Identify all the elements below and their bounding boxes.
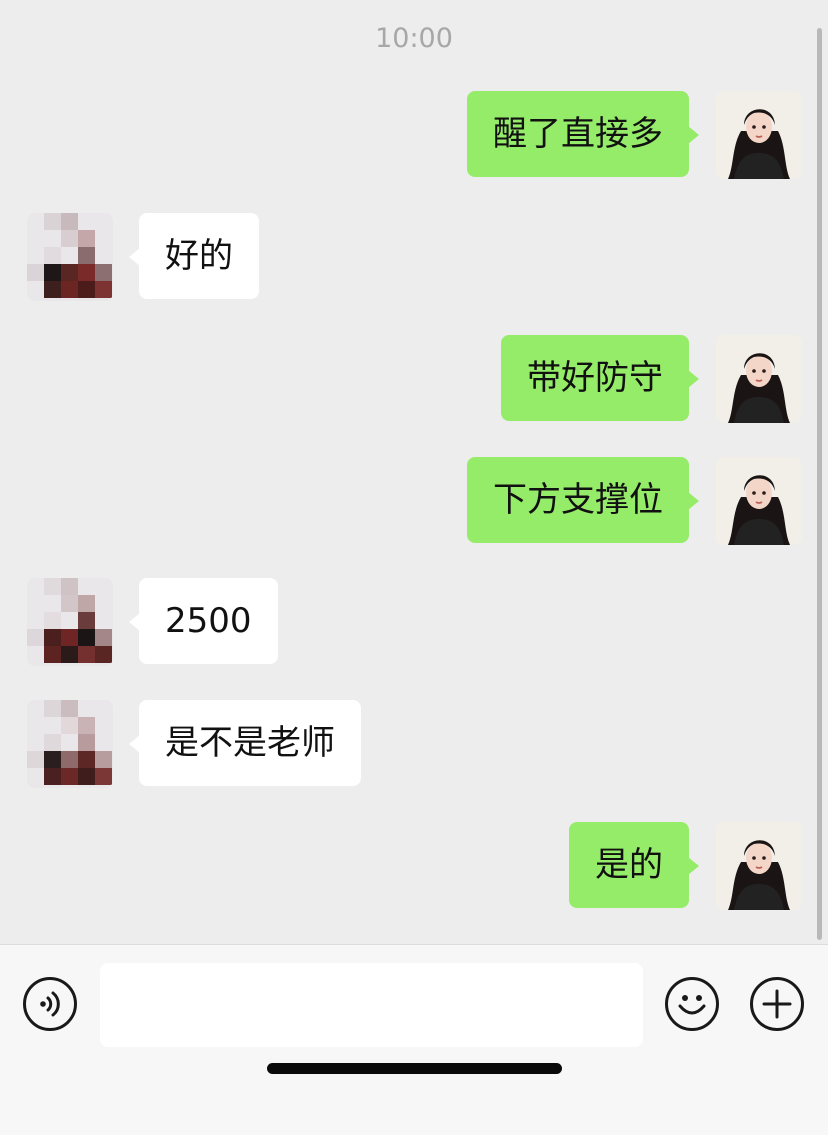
- message-timestamp: 10:00: [375, 23, 453, 54]
- my-avatar[interactable]: [716, 91, 802, 179]
- woman-portrait-icon: [716, 822, 802, 910]
- message-row-sent: 是的: [0, 822, 828, 910]
- plus-icon: [762, 989, 792, 1019]
- my-avatar[interactable]: [716, 457, 802, 545]
- home-indicator[interactable]: [267, 1063, 562, 1074]
- message-row-sent: 带好防守: [0, 335, 828, 423]
- message-row-received: 2500: [0, 578, 828, 666]
- message-row-sent: 下方支撑位: [0, 457, 828, 545]
- message-row-received: 是不是老师: [0, 700, 828, 788]
- voice-icon: [40, 991, 60, 1017]
- my-avatar[interactable]: [716, 335, 802, 423]
- woman-portrait-icon: [716, 91, 802, 179]
- chat-scrollbar[interactable]: [817, 28, 822, 940]
- message-input-bar: [0, 944, 828, 1135]
- sent-message-bubble[interactable]: 是的: [569, 822, 699, 908]
- woman-portrait-icon: [716, 335, 802, 423]
- message-row-received: 好的: [0, 213, 828, 301]
- contact-avatar[interactable]: [27, 578, 113, 666]
- received-message-bubble[interactable]: 是不是老师: [129, 700, 361, 786]
- emoji-icon: [678, 995, 706, 1015]
- emoji-button[interactable]: [665, 977, 719, 1031]
- sent-message-bubble[interactable]: 下方支撑位: [467, 457, 699, 543]
- my-avatar[interactable]: [716, 822, 802, 910]
- woman-portrait-icon: [716, 457, 802, 545]
- voice-input-button[interactable]: [23, 977, 77, 1031]
- sent-message-bubble[interactable]: 带好防守: [501, 335, 699, 421]
- more-options-button[interactable]: [750, 977, 804, 1031]
- contact-avatar[interactable]: [27, 213, 113, 301]
- chat-area[interactable]: 10:00 醒了直接多 好的 带好防守 下方支撑位 2500 是不是老师 是的: [0, 0, 828, 944]
- received-message-bubble[interactable]: 2500: [129, 578, 278, 664]
- message-row-sent: 醒了直接多: [0, 91, 828, 179]
- received-message-bubble[interactable]: 好的: [129, 213, 259, 299]
- contact-avatar[interactable]: [27, 700, 113, 788]
- sent-message-bubble[interactable]: 醒了直接多: [467, 91, 699, 177]
- message-text-input[interactable]: [100, 963, 643, 1047]
